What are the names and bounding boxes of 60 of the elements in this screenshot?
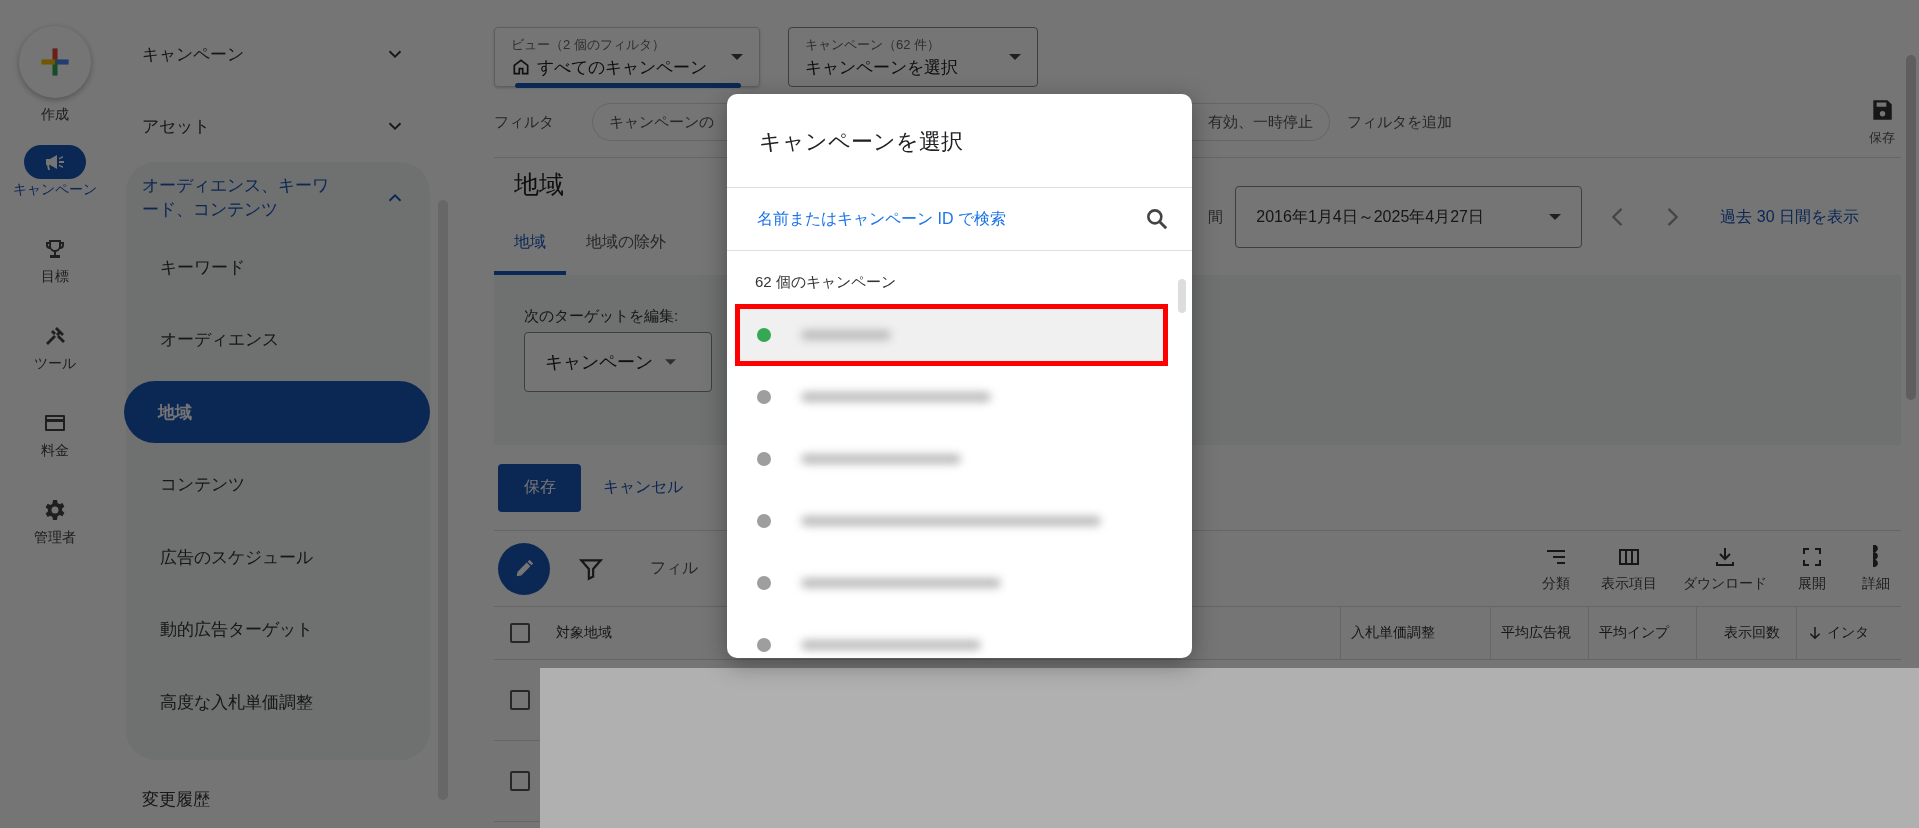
filter-label: フィルタ — [494, 112, 555, 132]
date-label: 間 — [1208, 207, 1224, 227]
edit-target-label: 次のターゲットを編集: — [524, 307, 680, 326]
add-filter-link[interactable]: フィルタを追加 — [1347, 112, 1452, 132]
column-header[interactable]: 平均広告視 — [1490, 607, 1588, 659]
caret-icon — [1549, 214, 1562, 220]
column-header[interactable]: インタ — [1796, 607, 1901, 659]
sort-down-icon — [1807, 625, 1823, 641]
caret-icon — [1009, 54, 1021, 60]
target-level-dropdown[interactable]: キャンペーン — [524, 332, 712, 392]
date-range-dropdown[interactable]: 2016年1月4日～2025年4月27日 — [1235, 186, 1583, 248]
campaign-row[interactable] — [735, 304, 1168, 366]
caret-icon — [665, 359, 676, 365]
page-title: 地域 — [514, 169, 565, 200]
checkbox[interactable] — [510, 623, 530, 643]
nav-group-header[interactable]: オーディエンス、キーワード、コンテンツ — [126, 168, 430, 228]
save-button[interactable]: 保存 — [498, 463, 581, 512]
home-icon — [511, 57, 531, 77]
column-header[interactable]: 平均インプ — [1588, 607, 1696, 659]
rail-item[interactable]: 目標 — [12, 232, 98, 285]
filter-text[interactable]: フィル — [650, 558, 698, 579]
nav-item[interactable]: コンテンツ — [126, 453, 430, 516]
nav-item[interactable]: 高度な入札単価調整 — [126, 671, 430, 733]
nav-item[interactable]: 動的広告ターゲット — [126, 598, 430, 661]
trophy-icon — [43, 237, 67, 261]
campaign-count: 62 個のキャンペーン — [754, 272, 897, 292]
column-header[interactable]: 入札単価調整 — [1340, 607, 1490, 659]
nav-item[interactable]: 地域 — [124, 381, 430, 443]
caret-icon — [731, 54, 743, 60]
nav-item[interactable]: キーワード — [126, 236, 430, 298]
cancel-button[interactable]: キャンセル — [591, 469, 695, 506]
save-view-button[interactable]: 保存 — [1863, 96, 1901, 148]
nav-group-header[interactable]: アセット — [116, 90, 430, 162]
rail-item[interactable]: キャンペーン — [12, 145, 98, 198]
dialog-title: キャンペーンを選択 — [727, 94, 1192, 188]
rail-item[interactable]: ツール — [12, 319, 98, 372]
toolbar-button[interactable]: 分類 — [1531, 543, 1581, 594]
toolbar-button[interactable]: 詳細 — [1851, 543, 1901, 594]
tab[interactable]: 地域の除外 — [566, 232, 686, 275]
settings-icon — [43, 498, 67, 522]
rail-item[interactable]: 料金 — [12, 406, 98, 459]
column-header[interactable]: 表示回数 — [1696, 607, 1796, 659]
toolbar-button[interactable]: 展開 — [1787, 543, 1837, 594]
show-last-30-days-link[interactable]: 過去 30 日間を表示 — [1720, 206, 1859, 228]
create-label: 作成 — [40, 106, 70, 123]
scrollbar[interactable] — [1178, 279, 1186, 313]
nav-item[interactable]: 変更履歴 — [116, 759, 430, 828]
checkbox[interactable] — [510, 690, 530, 710]
search-icon[interactable] — [1144, 206, 1170, 232]
edit-button[interactable] — [498, 542, 550, 595]
rail-item[interactable]: 管理者 — [12, 493, 98, 546]
more-icon — [1872, 544, 1880, 569]
toolbar-button[interactable]: ダウンロード — [1677, 543, 1773, 594]
nav-item[interactable]: オーディエンス — [126, 308, 430, 371]
nav-item[interactable]: 広告のスケジュール — [126, 526, 430, 588]
toolbar-button[interactable]: 表示項目 — [1595, 543, 1663, 594]
create-button[interactable] — [19, 26, 91, 98]
plus-icon — [38, 45, 72, 79]
checkbox[interactable] — [510, 771, 530, 791]
nav-group-header[interactable]: キャンペーン — [116, 18, 430, 90]
